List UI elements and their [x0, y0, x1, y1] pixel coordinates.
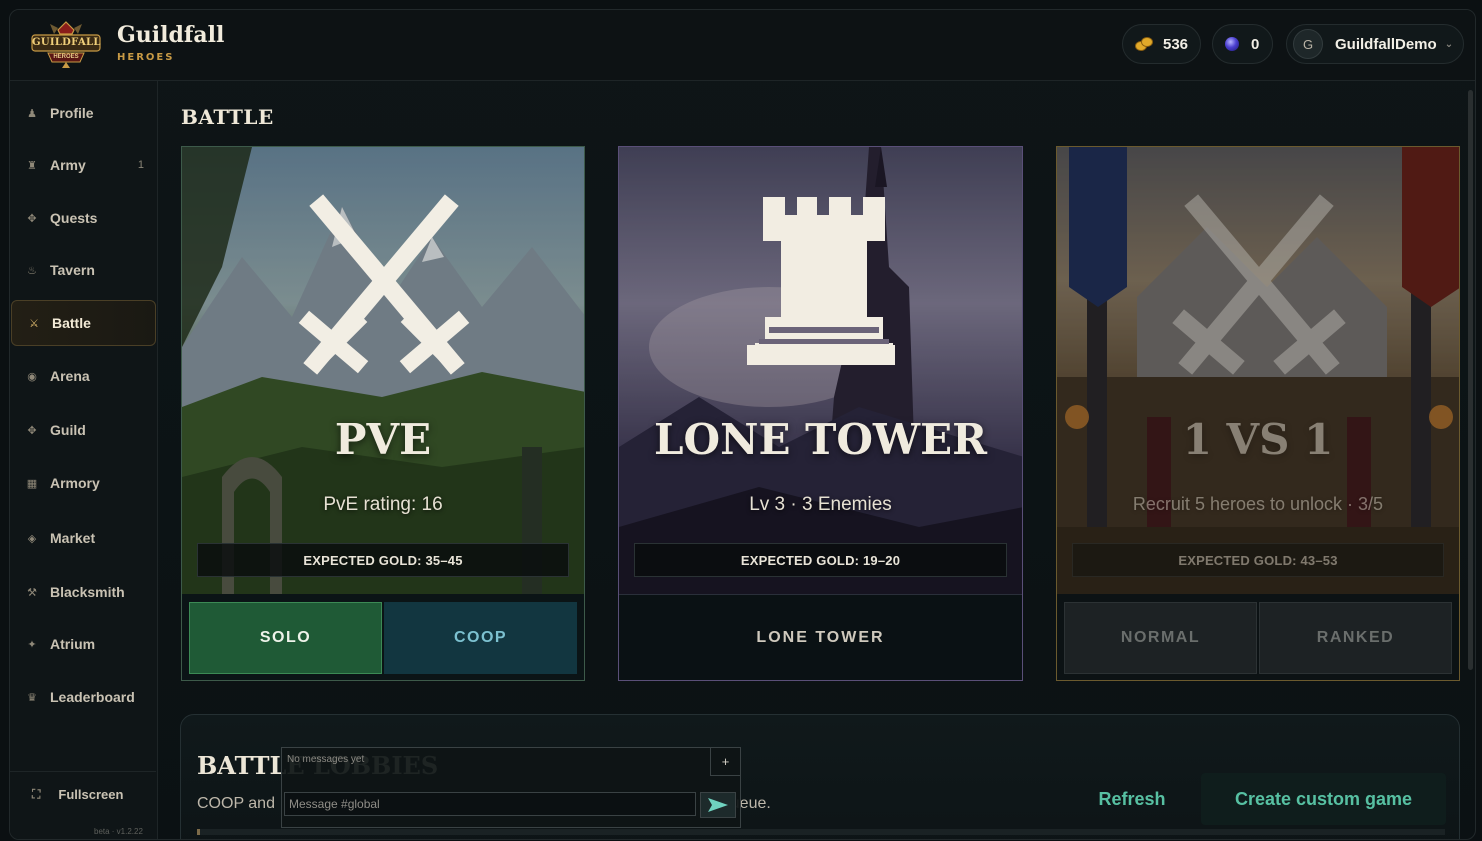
sidebar-item-armory[interactable]: ▦ Armory	[10, 460, 156, 506]
gold-amount: 536	[1163, 35, 1189, 53]
lobbies-list-top	[197, 829, 1445, 835]
armory-icon: ▦	[26, 477, 38, 490]
sidebar-item-atrium[interactable]: ✦ Atrium	[10, 621, 156, 667]
pve-rating: PvE rating: 16	[323, 494, 443, 515]
chat-add-button[interactable]: +	[710, 748, 740, 776]
coop-button[interactable]: COOP	[384, 602, 577, 674]
chat-popup: No messages yet +	[281, 747, 741, 828]
crown-icon: ♛	[27, 691, 37, 704]
sidebar-item-arena[interactable]: ◉ Arena	[10, 353, 156, 399]
quests-icon: ✥	[27, 212, 37, 225]
send-icon	[708, 798, 728, 812]
sidebar-item-label: Market	[50, 530, 96, 546]
lone-tower-title: LONE TOWER	[653, 415, 988, 464]
sidebar-item-tavern[interactable]: ♨ Tavern	[10, 247, 156, 293]
sidebar-item-label: Profile	[50, 105, 94, 121]
scrollbar[interactable]	[1468, 90, 1473, 670]
sidebar-item-label: Guild	[50, 422, 86, 438]
fullscreen-icon: ⛶	[32, 787, 41, 801]
chevron-down-icon: ⌄	[1444, 38, 1454, 50]
solo-button[interactable]: SOLO	[189, 602, 382, 674]
pvp-card: 1 VS 1 Recruit 5 heroes to unlock · 3/5 …	[1056, 146, 1460, 681]
profile-icon: ♟	[27, 107, 37, 120]
sidebar-item-badge: 1	[137, 159, 144, 171]
version-label: beta · v1.2.22	[94, 827, 143, 836]
lone-tower-level: Lv 3 · 3 Enemies	[749, 494, 892, 515]
tavern-icon: ♨	[27, 264, 37, 277]
hammer-icon: ⚒	[27, 586, 37, 599]
chat-message-input[interactable]	[284, 792, 696, 816]
sidebar-item-label: Leaderboard	[50, 689, 135, 705]
sidebar-item-blacksmith[interactable]: ⚒ Blacksmith	[10, 569, 156, 615]
user-menu[interactable]: G GuildfallDemo ⌄	[1286, 24, 1464, 64]
fullscreen-label: Fullscreen	[58, 787, 124, 802]
sidebar: ♟ Profile ♜ Army 1 ✥ Quests ♨ Tavern ⚔ Battle ◉ Aren…	[10, 81, 158, 839]
page-title: BATTLE	[181, 105, 274, 129]
sidebar-item-label: Blacksmith	[50, 584, 125, 600]
pvp-title: 1 VS 1	[1182, 415, 1334, 464]
logo-subword: HEROES	[53, 54, 79, 60]
atrium-icon: ✦	[27, 638, 37, 651]
sidebar-item-army[interactable]: ♜ Army 1	[10, 142, 156, 188]
gem-counter[interactable]: 0	[1212, 24, 1273, 64]
avatar: G	[1293, 29, 1323, 59]
sidebar-item-label: Battle	[52, 315, 91, 331]
pve-card: PVE PvE rating: 16 EXPECTED GOLD: 35–45 …	[181, 146, 585, 681]
sidebar-item-label: Quests	[50, 210, 98, 226]
guild-icon: ✥	[27, 424, 37, 437]
pve-artwork	[182, 147, 584, 595]
brand-title: Guildfall	[117, 22, 225, 48]
sidebar-item-label: Army	[50, 157, 86, 173]
app-frame: GUILDFALL HEROES Guildfall HEROES 536 0 …	[9, 9, 1476, 840]
sidebar-item-label: Armory	[50, 475, 100, 491]
lone-tower-card: LONE TOWER Lv 3 · 3 Enemies EXPECTED GOL…	[618, 146, 1023, 681]
fullscreen-button[interactable]: ⛶ Fullscreen	[10, 771, 156, 817]
pvp-unlock-requirement: Recruit 5 heroes to unlock · 3/5	[1132, 494, 1384, 514]
chat-empty-state: No messages yet	[287, 754, 365, 765]
lone-tower-artwork	[619, 147, 1022, 595]
sidebar-item-quests[interactable]: ✥ Quests	[10, 195, 156, 241]
arena-icon: ◉	[27, 370, 37, 383]
guildfall-logo[interactable]: GUILDFALL HEROES	[28, 20, 104, 70]
username: GuildfallDemo	[1335, 35, 1437, 53]
sidebar-item-profile[interactable]: ♟ Profile	[10, 90, 156, 136]
create-custom-game-button[interactable]: Create custom game	[1201, 773, 1446, 825]
sidebar-item-label: Arena	[50, 368, 90, 384]
pve-title: PVE	[334, 415, 432, 464]
gold-counter[interactable]: 536	[1122, 24, 1201, 64]
logo-wordmark: GUILDFALL	[32, 37, 101, 48]
coins-icon	[1135, 37, 1153, 51]
top-header: GUILDFALL HEROES Guildfall HEROES 536 0 …	[10, 10, 1475, 81]
army-icon: ♜	[27, 159, 37, 172]
gem-icon	[1225, 37, 1239, 51]
sidebar-item-market[interactable]: ◈ Market	[10, 515, 156, 561]
pvp-expected-gold: EXPECTED GOLD: 43–53	[1072, 543, 1444, 577]
pve-expected-gold: EXPECTED GOLD: 35–45	[197, 543, 569, 577]
market-icon: ◈	[27, 532, 37, 545]
sidebar-item-label: Atrium	[50, 636, 96, 652]
ranked-button[interactable]: RANKED	[1259, 602, 1452, 674]
refresh-button[interactable]: Refresh	[1072, 773, 1192, 825]
sidebar-item-leaderboard[interactable]: ♛ Leaderboard	[10, 674, 156, 720]
lone-tower-expected-gold: EXPECTED GOLD: 19–20	[634, 543, 1007, 577]
lone-tower-button[interactable]: LONE TOWER	[619, 602, 1022, 674]
sidebar-item-guild[interactable]: ✥ Guild	[10, 407, 156, 453]
send-button[interactable]	[700, 792, 736, 818]
normal-button[interactable]: NORMAL	[1064, 602, 1257, 674]
gem-amount: 0	[1251, 35, 1260, 53]
sidebar-item-battle[interactable]: ⚔ Battle	[11, 300, 156, 346]
swords-icon: ⚔	[29, 317, 39, 330]
lobbies-desc-start: COOP and	[197, 795, 275, 812]
sidebar-item-label: Tavern	[50, 262, 95, 278]
brand-subtitle: HEROES	[117, 52, 175, 63]
